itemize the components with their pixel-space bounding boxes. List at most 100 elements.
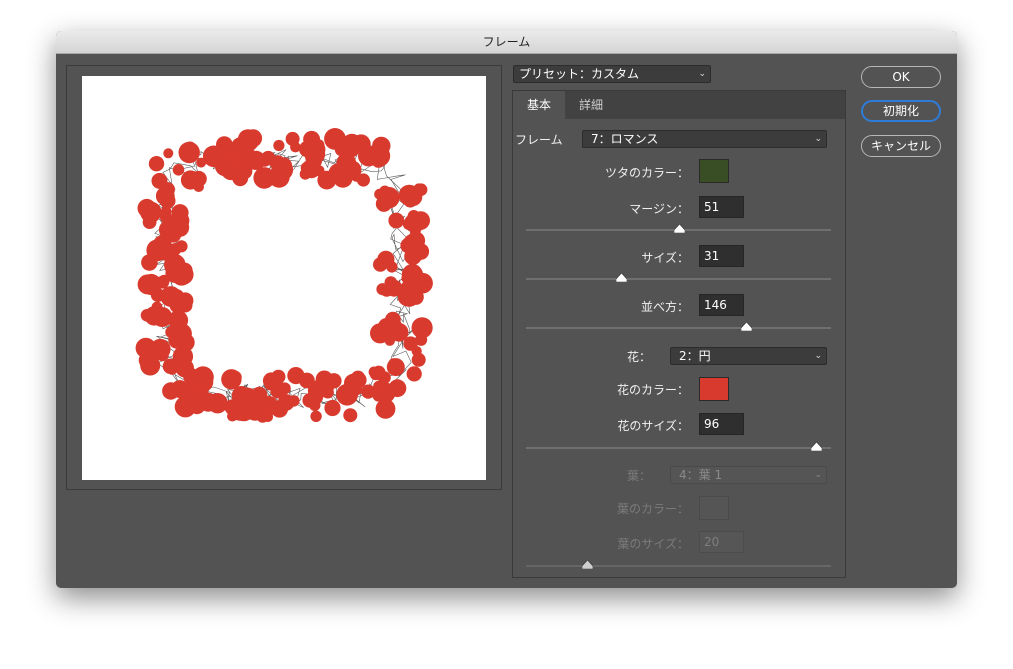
- flower-circle: [273, 139, 285, 152]
- flower-circle: [159, 226, 171, 237]
- flower-circle: [399, 287, 419, 307]
- flower-circle: [388, 212, 405, 229]
- leaf-size-slider-thumb: [582, 560, 593, 569]
- tab-advanced[interactable]: 詳細: [565, 91, 617, 119]
- flower-size-input[interactable]: 96: [699, 413, 744, 435]
- chevron-down-icon: ⌄: [698, 69, 706, 79]
- leaf-color-swatch: [699, 496, 729, 520]
- flower-circle: [264, 380, 275, 391]
- flower-circle: [356, 173, 370, 187]
- flower-circle: [196, 157, 207, 168]
- flower-circle: [151, 172, 168, 189]
- flower-circle: [151, 301, 163, 313]
- preview-canvas: [82, 76, 486, 480]
- flower-circle: [375, 399, 396, 419]
- size-label: サイズ：: [641, 251, 689, 265]
- flower-circle: [155, 186, 175, 206]
- flower-circle: [324, 399, 341, 417]
- reset-button[interactable]: 初期化: [861, 100, 941, 122]
- frame-value: 7：ロマンス: [591, 132, 659, 146]
- flower-circle: [403, 336, 418, 351]
- flower-color-label: 花のカラー：: [616, 383, 689, 397]
- margin-slider[interactable]: [526, 224, 831, 233]
- flower-circle: [372, 389, 385, 402]
- tab-basic[interactable]: 基本: [513, 91, 565, 119]
- frame-dialog: フレーム プリセット：カスタム ⌄ 基本 詳細 フレーム 7：ロマンス ⌄ ツタ…: [56, 31, 957, 588]
- flower-circle: [366, 153, 378, 166]
- size-input[interactable]: 31: [699, 245, 744, 267]
- flower-circle: [162, 358, 179, 374]
- flower-dropdown[interactable]: 2：円 ⌄: [670, 347, 827, 365]
- size-slider[interactable]: [526, 273, 831, 282]
- flower-circle: [160, 286, 182, 307]
- flower-circle: [221, 369, 242, 390]
- flower-circle: [256, 410, 269, 423]
- size-slider-thumb[interactable]: [615, 273, 627, 282]
- flower-circle: [178, 141, 200, 164]
- flower-circle: [141, 343, 161, 364]
- preset-dropdown[interactable]: プリセット：カスタム ⌄: [513, 65, 711, 83]
- flower-circle: [165, 263, 185, 283]
- flower-value: 2：円: [679, 349, 711, 363]
- flower-circle: [175, 240, 188, 253]
- flower-circle: [377, 371, 391, 385]
- flower-circle: [336, 383, 358, 406]
- flower-circle: [179, 383, 194, 398]
- flower-circle: [160, 205, 172, 217]
- flower-circle: [313, 139, 325, 151]
- margin-slider-thumb[interactable]: [673, 224, 685, 233]
- arrangement-input[interactable]: 146: [699, 294, 744, 316]
- frame-label: フレーム: [515, 133, 563, 147]
- flower-color-swatch[interactable]: [699, 377, 729, 401]
- preview-panel: [66, 65, 502, 490]
- flower-circle: [193, 181, 204, 192]
- flower-circle: [388, 358, 399, 369]
- flower-circle: [174, 396, 197, 418]
- preset-label: プリセット：カスタム: [519, 67, 640, 81]
- flower-circle: [148, 156, 165, 172]
- flower-circle: [171, 211, 190, 230]
- flower-circle: [393, 323, 406, 336]
- flower-circle: [244, 129, 263, 148]
- flower-circle: [290, 141, 301, 153]
- leaf-label: 葉：: [626, 469, 651, 483]
- margin-input[interactable]: 51: [699, 196, 744, 218]
- leaf-size-label: 葉のサイズ：: [617, 537, 689, 551]
- frame-dropdown[interactable]: 7：ロマンス ⌄: [582, 130, 827, 148]
- flower-size-slider[interactable]: [526, 442, 831, 451]
- flower-circle: [411, 352, 426, 367]
- leaf-size-slider: [526, 560, 831, 569]
- tab-bar: 基本 詳細: [513, 91, 845, 119]
- arrangement-label: 並べ方：: [640, 300, 689, 314]
- flower-size-slider-thumb[interactable]: [810, 442, 822, 451]
- flower-circle: [381, 282, 394, 295]
- flower-circle: [235, 147, 258, 170]
- flower-circle: [411, 252, 422, 263]
- window-title: フレーム: [56, 31, 957, 54]
- flower-circle: [147, 283, 158, 294]
- settings-panel: 基本 詳細 フレーム 7：ロマンス ⌄ ツタのカラー： マージン： 51 サイズ…: [512, 90, 846, 578]
- flower-circle: [172, 164, 185, 176]
- flower-circle: [270, 400, 289, 418]
- flower-circle: [377, 191, 394, 208]
- flower-circle: [343, 408, 358, 423]
- flower-circle: [310, 410, 322, 422]
- flower-circle: [271, 158, 294, 181]
- flower-circle: [406, 366, 422, 382]
- flower-circle: [300, 161, 314, 175]
- leaf-dropdown: 4：葉 1 ⌄: [670, 466, 827, 484]
- flower-circle: [402, 219, 414, 230]
- chevron-down-icon: ⌄: [814, 351, 822, 361]
- flower-size-label: 花のサイズ：: [617, 419, 689, 433]
- flower-circle: [258, 154, 271, 167]
- flower-circle: [314, 376, 335, 396]
- leaf-value: 4：葉 1: [679, 468, 723, 482]
- chevron-down-icon: ⌄: [814, 134, 822, 144]
- arrangement-slider[interactable]: [526, 322, 831, 331]
- vine-color-swatch[interactable]: [699, 159, 729, 183]
- cancel-button[interactable]: キャンセル: [861, 135, 941, 157]
- arrangement-slider-thumb[interactable]: [740, 322, 752, 331]
- flower-circle: [406, 231, 426, 250]
- ok-button[interactable]: OK: [861, 66, 941, 88]
- flower-circle: [163, 148, 174, 159]
